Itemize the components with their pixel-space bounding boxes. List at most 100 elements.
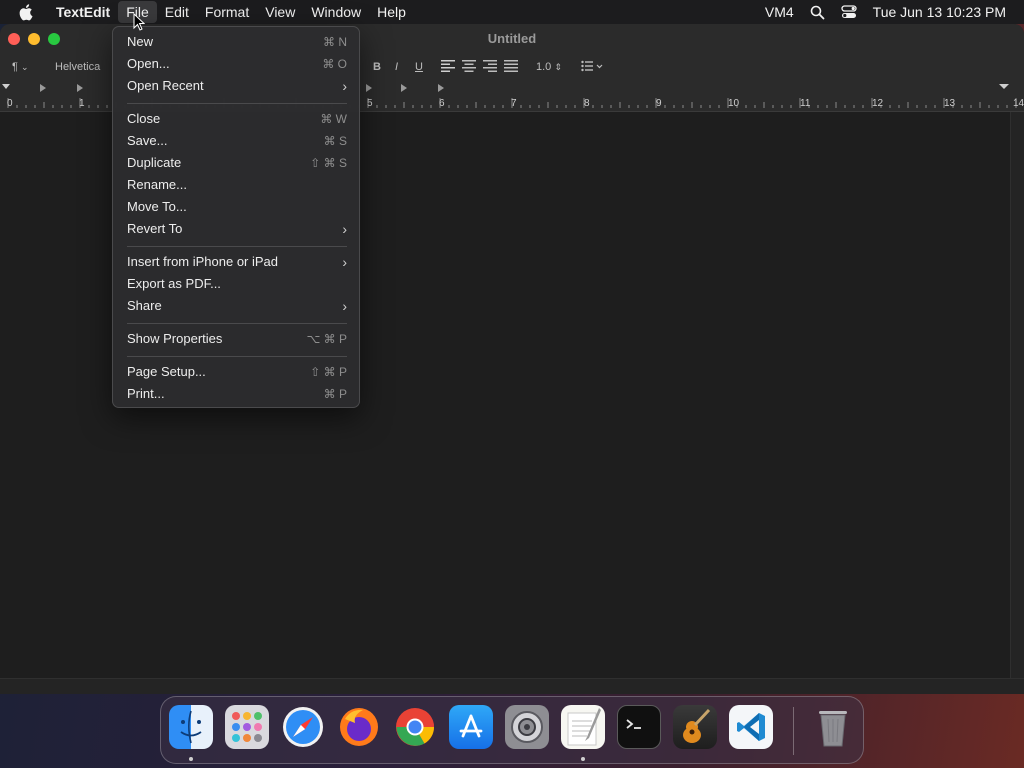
menu-help[interactable]: Help xyxy=(369,1,414,23)
trash-icon[interactable] xyxy=(811,705,855,749)
menu-format[interactable]: Format xyxy=(197,1,257,23)
chevron-right-icon: › xyxy=(342,221,347,237)
window-bottom-edge xyxy=(0,678,1024,694)
menu-item-label: Open... xyxy=(127,56,170,71)
stepper-icon: ⇕ xyxy=(554,62,562,72)
running-indicator xyxy=(189,757,193,761)
ruler-number: 7 xyxy=(511,98,517,109)
ruler-number: 6 xyxy=(439,98,445,109)
ruler-number: 0 xyxy=(7,98,13,109)
menu-item-new[interactable]: New ⌘ N xyxy=(119,31,355,53)
menu-item-label: Move To... xyxy=(127,199,187,214)
ruler-number: 13 xyxy=(944,98,956,109)
menu-item-rename[interactable]: Rename... xyxy=(119,174,355,196)
menu-separator xyxy=(127,103,347,104)
menu-item-label: Rename... xyxy=(127,177,187,192)
paragraph-style-label: ¶ xyxy=(12,61,18,73)
menu-item-label: Print... xyxy=(127,386,165,401)
terminal-icon[interactable] xyxy=(617,705,661,749)
safari-icon[interactable] xyxy=(281,705,325,749)
menu-item-save[interactable]: Save... ⌘ S xyxy=(119,130,355,152)
ruler-number: 5 xyxy=(367,98,373,109)
paragraph-style-popup[interactable]: ¶ ⌄ xyxy=(12,59,29,75)
menu-item-label: Duplicate xyxy=(127,155,182,170)
launchpad-icon[interactable] xyxy=(225,705,269,749)
menu-item-label: Save... xyxy=(127,133,168,148)
list-bullets-icon[interactable] xyxy=(581,60,603,77)
italic-button[interactable]: I xyxy=(395,59,398,75)
bold-button[interactable]: B xyxy=(373,59,381,75)
ruler-number: 11 xyxy=(800,98,811,109)
chrome-icon[interactable] xyxy=(393,705,437,749)
menu-item-shortcut: ⌘ P xyxy=(323,387,347,401)
menu-app-name[interactable]: TextEdit xyxy=(48,1,118,23)
apple-menu-icon[interactable] xyxy=(16,0,38,24)
menu-item-label: Page Setup... xyxy=(127,364,206,379)
underline-button[interactable]: U xyxy=(415,59,423,75)
menu-item-insert-from-iphone[interactable]: Insert from iPhone or iPad › xyxy=(119,251,355,273)
align-center-icon[interactable] xyxy=(462,60,476,77)
spotlight-search-icon[interactable] xyxy=(810,5,825,20)
align-justify-icon[interactable] xyxy=(504,60,518,77)
menu-item-revert-to[interactable]: Revert To › xyxy=(119,218,355,240)
menu-item-print[interactable]: Print... ⌘ P xyxy=(119,383,355,405)
menu-item-shortcut: ⌘ S xyxy=(323,134,347,148)
garageband-icon[interactable] xyxy=(673,705,717,749)
menu-separator xyxy=(127,356,347,357)
menu-item-label: Open Recent xyxy=(127,78,204,93)
file-menu-dropdown: New ⌘ N Open... ⌘ O Open Recent › Close … xyxy=(112,26,360,408)
running-indicator xyxy=(581,757,585,761)
ruler-number: 1 xyxy=(79,98,85,109)
system-settings-icon[interactable] xyxy=(505,705,549,749)
chevron-right-icon: › xyxy=(342,78,347,94)
menu-item-page-setup[interactable]: Page Setup... ⇧ ⌘ P xyxy=(119,361,355,383)
control-center-icon[interactable] xyxy=(841,5,857,19)
menu-item-label: Close xyxy=(127,111,161,126)
menu-item-label: Revert To xyxy=(127,221,183,236)
menu-item-shortcut: ⌘ O xyxy=(322,57,347,71)
align-right-icon[interactable] xyxy=(483,60,497,77)
menu-item-shortcut: ⇧ ⌘ S xyxy=(310,156,347,170)
line-spacing-popup[interactable]: 1.0 ⇕ xyxy=(536,59,562,75)
vertical-scrollbar[interactable] xyxy=(1010,112,1024,678)
textedit-icon[interactable] xyxy=(561,705,605,749)
menu-item-show-properties[interactable]: Show Properties ⌥ ⌘ P xyxy=(119,328,355,350)
finder-icon[interactable] xyxy=(169,705,213,749)
menu-item-label: Export as PDF... xyxy=(127,276,221,291)
menu-item-move-to[interactable]: Move To... xyxy=(119,196,355,218)
ruler-number: 12 xyxy=(872,98,884,109)
menu-clock[interactable]: Tue Jun 13 10:23 PM xyxy=(873,4,1006,20)
firefox-icon[interactable] xyxy=(337,705,381,749)
menu-item-label: New xyxy=(127,34,154,49)
menu-item-close[interactable]: Close ⌘ W xyxy=(119,108,355,130)
vscode-icon[interactable] xyxy=(729,705,773,749)
menu-item-label: Show Properties xyxy=(127,331,223,346)
menu-item-share[interactable]: Share › xyxy=(119,295,355,317)
mouse-cursor-icon xyxy=(133,13,145,31)
menu-item-shortcut: ⌘ W xyxy=(320,112,347,126)
ruler-number: 8 xyxy=(584,98,590,109)
menu-item-open[interactable]: Open... ⌘ O xyxy=(119,53,355,75)
status-vm-label[interactable]: VM4 xyxy=(765,4,794,20)
chevron-right-icon: › xyxy=(342,298,347,314)
menu-window[interactable]: Window xyxy=(303,1,369,23)
menu-item-label: Share xyxy=(127,298,162,313)
ruler-number: 14 xyxy=(1013,98,1024,109)
menu-item-export-pdf[interactable]: Export as PDF... xyxy=(119,273,355,295)
ruler-number: 9 xyxy=(656,98,662,109)
menu-item-shortcut: ⌥ ⌘ P xyxy=(306,332,348,346)
align-left-icon[interactable] xyxy=(441,60,455,77)
menu-view[interactable]: View xyxy=(257,1,303,23)
menu-item-duplicate[interactable]: Duplicate ⇧ ⌘ S xyxy=(119,152,355,174)
dock-separator xyxy=(793,707,794,755)
chevron-right-icon: › xyxy=(342,254,347,270)
menu-item-label: Insert from iPhone or iPad xyxy=(127,254,279,269)
menu-bar: TextEdit File Edit Format View Window He… xyxy=(0,0,1024,24)
ruler-number: 10 xyxy=(728,98,740,109)
menu-item-shortcut: ⌘ N xyxy=(323,35,347,49)
menu-edit[interactable]: Edit xyxy=(157,1,197,23)
chevron-down-icon: ⌄ xyxy=(20,62,29,72)
menu-item-open-recent[interactable]: Open Recent › xyxy=(119,75,355,97)
font-family-popup[interactable]: Helvetica xyxy=(55,59,100,75)
app-store-icon[interactable] xyxy=(449,705,493,749)
